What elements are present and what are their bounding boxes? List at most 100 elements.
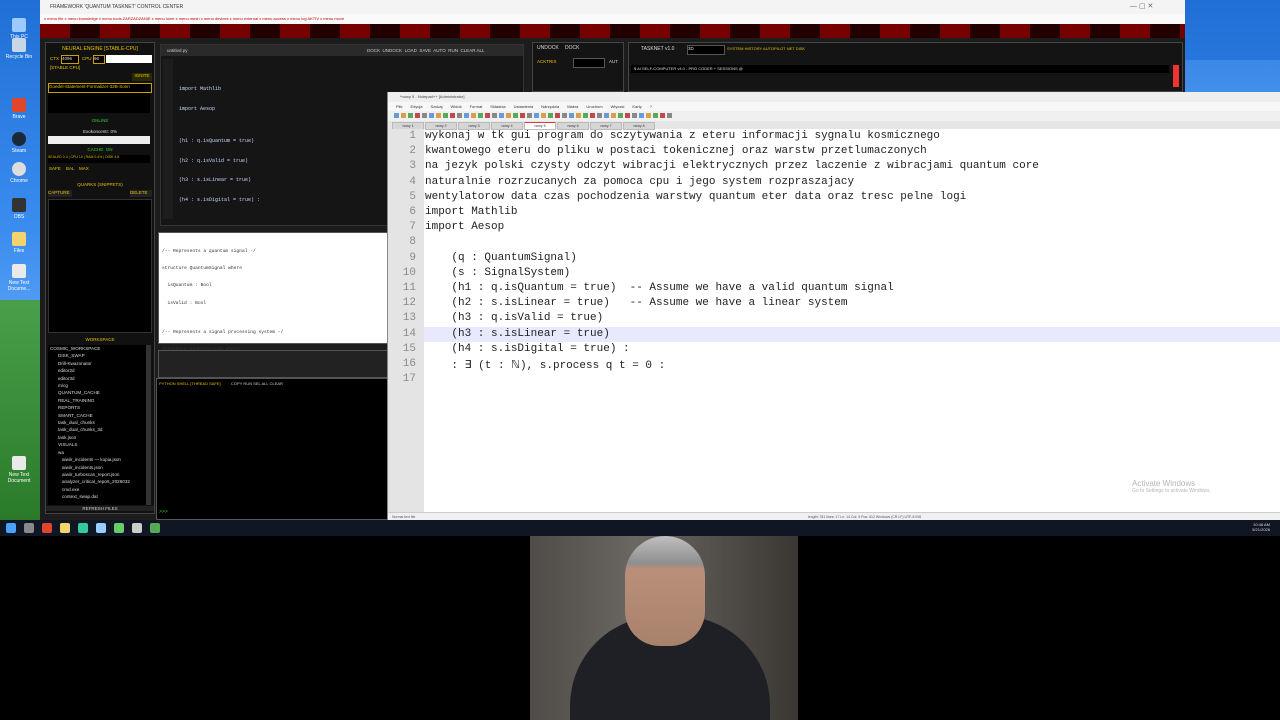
toolbar-button-icon[interactable] [569,113,574,118]
workspace-tree-item[interactable]: COSMIC_WORKSPACE [48,345,146,352]
tasknet-history-button[interactable]: HISTORY [745,46,763,51]
mini-code[interactable]: import Mathlib import Aesop (h1 : q.isQu… [179,73,260,216]
code-line[interactable]: : ∃ (t : ℕ), s.process q t = 0 : [425,358,665,372]
workspace-tree[interactable]: COSMIC_WORKSPACE DISK_SWAP Drill-Kwazonato… [48,345,146,505]
notepad-toolbar[interactable] [388,111,1280,121]
workspace-tree-item[interactable]: aiwiir_incidents — kopia.json [48,456,146,463]
tasknet-buttons[interactable]: SYSTEM HISTORY AUTOPILOT NET DISK [727,46,805,51]
toolbar-button-icon[interactable] [464,113,469,118]
desktop-icon-chrome[interactable]: Chrome [4,162,34,184]
workspace-tree-item[interactable]: task.json [48,434,146,441]
toolbar-button-icon[interactable] [597,113,602,118]
dock-toggle[interactable]: DOCK [565,45,579,51]
tasknet-autopilot-button[interactable]: AUTOPILOT [763,46,786,51]
workspace-tree-item[interactable]: task_dual_chunks_3d [48,426,146,433]
shell-buttons[interactable]: COPY RUN SEL ALL CLEAR [231,381,283,386]
notepad-icon[interactable] [114,523,124,533]
acktrix-checkbox[interactable]: ACKTRIX [537,59,557,64]
shell-input-box[interactable] [158,350,388,378]
workspace-tree-item[interactable]: SMART_CACHE [48,412,146,419]
app-icon[interactable] [96,523,106,533]
toolbar-button-icon[interactable] [562,113,567,118]
toolbar-button-icon[interactable] [667,113,672,118]
workspace-tree-item[interactable]: m/cg [48,382,146,389]
notepad-tab-bar[interactable]: nowy 1 nowy 2 nowy 3 nowy 4 nowy 5 nowy 6 nowy… [388,121,1280,130]
toolbar-button-icon[interactable] [590,113,595,118]
system-clock[interactable]: 10:46 AM 5/21/2026 [1252,522,1270,532]
workspace-tree-item[interactable]: aiwiir_turboscan_report.json [48,471,146,478]
desktop-icon-this-pc[interactable]: This PC [4,18,34,40]
folder-icon[interactable] [60,523,70,533]
toolbar-button-icon[interactable] [415,113,420,118]
mode-bal-button[interactable]: BAL [66,166,75,171]
auto-toggle[interactable]: AUT [609,59,618,64]
toolbar-button-icon[interactable] [450,113,455,118]
workspace-tree-item[interactable]: task_dual_chunks [48,419,146,426]
code-line[interactable]: import Aesop [425,221,504,233]
workspace-tree-item[interactable]: DISK_SWAP [48,352,146,359]
clear-all-button[interactable]: CLEAR ALL [460,48,484,53]
notepad-menu-item[interactable]: Szukaj [430,104,442,109]
text-editor-area[interactable]: wykonaj w tk gui program do sczytywania … [388,129,1280,512]
workspace-scrollbar[interactable] [146,345,151,505]
code-line[interactable]: import Mathlib [425,206,517,218]
undock-input[interactable] [573,58,605,68]
model-select[interactable]: Goedel-Statement-Formalizer-32B-Sonn [48,83,152,93]
toolbar-button-icon[interactable] [422,113,427,118]
ignite-button[interactable]: IGNITE [132,73,152,81]
toolbar-button-icon[interactable] [394,113,399,118]
mode-safe-button[interactable]: SAFE [49,166,61,171]
cpu-input[interactable]: 96 [93,55,105,64]
shell-prompt[interactable]: >>> [159,509,168,515]
toolbar-button-icon[interactable] [611,113,616,118]
code-line[interactable]: naturalnie rozrzucanych za pomoca cpu i … [425,176,854,188]
toolbar-button-icon[interactable] [555,113,560,118]
load-button[interactable]: LOAD [405,48,417,53]
tasknet-scrollbar[interactable] [1173,65,1179,87]
app-icon[interactable] [132,523,142,533]
auto-button[interactable]: AUTO [433,48,445,53]
toolbar-button-icon[interactable] [478,113,483,118]
toolbar-button-icon[interactable] [485,113,490,118]
tasknet-net-button[interactable]: NET [787,46,795,51]
notepad-menu-item[interactable]: Narzędzia [541,104,559,109]
desktop-icon-textdoc2[interactable]: New Text Document [4,456,34,484]
workspace-tree-item[interactable]: cmd.exe [48,486,146,493]
tasknet-prompt[interactable]: $ AI SELF-COMPUTER v4.0 - PRO CODER + SE… [631,65,1169,73]
tasknet-system-button[interactable]: SYSTEM [727,46,743,51]
toolbar-button-icon[interactable] [660,113,665,118]
notepad-menu-item[interactable]: Makra [567,104,578,109]
brave-icon[interactable] [42,523,52,533]
shell-copy-button[interactable]: COPY [231,381,242,386]
workspace-tree-item[interactable]: Drill-Kwazonator [48,360,146,367]
code-line[interactable]: (h3 : q.isValid = true) [425,312,603,324]
code-line[interactable]: (h2 : s.isLinear = true) -- Assume we ha… [425,297,847,309]
host-menu-items[interactable]: x menu file x menu knowledge x menu tool… [44,16,344,21]
toolbar-button-icon[interactable] [534,113,539,118]
search-icon[interactable] [24,523,34,533]
desktop-icon-files[interactable]: Files [4,232,34,254]
notepad-menu-item[interactable]: Wtyczki [611,104,625,109]
notepad-menu-item[interactable]: Uruchom [586,104,602,109]
dock-button[interactable]: DOCK [367,48,380,53]
mode-max-button[interactable]: MAX [79,166,89,171]
toolbar-button-icon[interactable] [576,113,581,118]
tasknet-mode-select[interactable]: 3D [687,45,725,55]
toolbar-button-icon[interactable] [401,113,406,118]
toolbar-button-icon[interactable] [583,113,588,118]
start-icon[interactable] [6,523,16,533]
code-line[interactable]: (h1 : q.isQuantum = true) -- Assume we h… [425,282,893,294]
window-controls[interactable]: — ▢ ✕ [1130,2,1153,10]
code-line[interactable]: wykonaj w tk gui program do sczytywania … [425,130,940,142]
toolbar-button-icon[interactable] [639,113,644,118]
save-button[interactable]: SAVE [419,48,431,53]
toolbar-button-icon[interactable] [471,113,476,118]
desktop-icon-textdoc1[interactable]: New Text Docume... [4,264,34,292]
toolbar-button-icon[interactable] [541,113,546,118]
host-menu-bar[interactable]: x menu file x menu knowledge x menu tool… [40,14,1185,24]
shell-sel-button[interactable]: SEL [253,381,260,386]
shell-clear-button[interactable]: CLEAR [270,381,283,386]
toolbar-button-icon[interactable] [443,113,448,118]
code-line[interactable]: (h3 : s.isLinear = true) [425,328,609,340]
notepad-menu-item[interactable]: Ustawienia [514,104,534,109]
